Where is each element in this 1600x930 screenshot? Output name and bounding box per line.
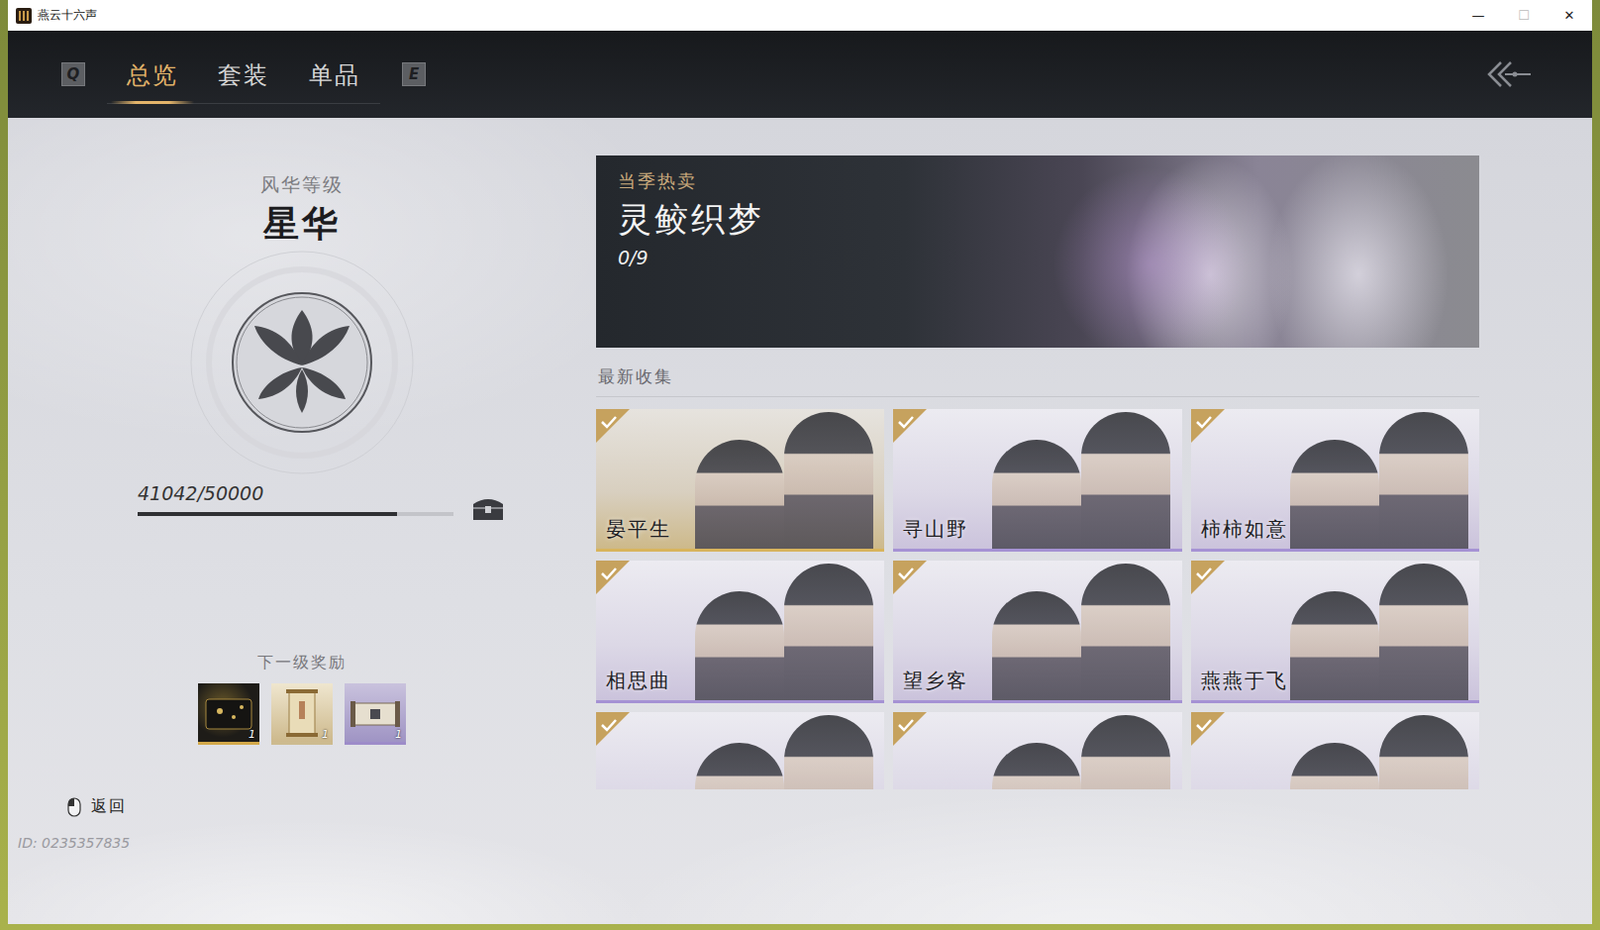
section-title: 最新收集 [596, 361, 1480, 398]
progress-fill [137, 511, 398, 516]
card-name: 相思曲 [605, 667, 672, 695]
check-badge-icon [596, 408, 630, 443]
rewards-list: 1 1 1 [198, 683, 406, 745]
level-progress: 41042/50000 [137, 482, 505, 516]
tab[interactable]: 单品 [289, 45, 381, 103]
back-label: 返回 [91, 796, 127, 817]
mouse-icon [67, 797, 82, 817]
game-window: 燕云十六声—☐✕Q总览套装单品E风华等级星华41042/50000下一级奖励11… [7, 0, 1593, 924]
main-area: 风华等级星华 41042/50000 下一级奖励 1 1 1 返回 ID: 023535783… [7, 117, 1593, 924]
reward-count: 1 [395, 727, 402, 741]
title-bar: 燕云十六声 —☐✕ [7, 0, 1593, 31]
card-name: 晏平生 [605, 515, 672, 543]
maximize-button[interactable]: ☐ [1500, 7, 1547, 23]
reward-item[interactable]: 1 [271, 683, 333, 745]
minimize-button[interactable]: — [1455, 7, 1501, 23]
featured-banner[interactable]: 当季热卖灵鲛织梦 0/9 [596, 155, 1480, 348]
key-hint: E [401, 62, 426, 87]
banner-tag: 当季热卖 [617, 169, 1458, 194]
check-badge-icon [1191, 711, 1225, 746]
tab[interactable]: 套装 [198, 45, 290, 103]
reward-item[interactable]: 1 [344, 683, 406, 745]
player-id: ID: 0235357835 [17, 834, 130, 851]
outfit-card[interactable]: 燕燕于飞 [1191, 560, 1480, 703]
window-title: 燕云十六声 [37, 6, 98, 24]
check-badge-icon [596, 560, 630, 595]
tab[interactable]: 总览 [106, 45, 199, 103]
collection-panel: 当季热卖灵鲛织梦 0/9 最新收集晏平生 寻山野 柿柿如意相思曲 望乡客 燕燕于飞 [596, 117, 1480, 924]
banner-title: 灵鲛织梦 [617, 197, 1458, 243]
check-badge-icon [893, 711, 927, 746]
app-icon [15, 7, 32, 24]
outfit-card[interactable]: 望乡客 [893, 560, 1182, 703]
outfit-card[interactable] [893, 711, 1182, 790]
close-button[interactable]: ✕ [1546, 7, 1593, 23]
outfit-card[interactable]: 柿柿如意 [1191, 408, 1480, 552]
check-badge-icon [893, 408, 927, 443]
check-badge-icon [1191, 560, 1225, 595]
outfit-card[interactable] [596, 711, 885, 790]
check-badge-icon [1191, 408, 1225, 443]
lotus-emblem-icon [183, 248, 421, 477]
level-caption: 风华等级 [260, 172, 344, 199]
rewards-title: 下一级奖励 [257, 652, 347, 674]
key-hint: Q [61, 62, 86, 87]
reward-count: 1 [321, 727, 329, 741]
outfit-card[interactable]: 晏平生 [596, 408, 885, 552]
collection-grid: 晏平生 寻山野 柿柿如意相思曲 望乡客 燕燕于飞 [596, 408, 1480, 790]
banner-count: 0/9 [617, 246, 1458, 269]
window-controls: —☐✕ [1455, 7, 1593, 23]
top-nav: Q 总览套装单品 E [7, 30, 1593, 118]
back-button[interactable]: 返回 [67, 796, 127, 817]
back-arrow-icon[interactable] [1485, 56, 1533, 93]
outfit-card[interactable] [1191, 711, 1480, 790]
reward-count: 1 [248, 727, 256, 741]
card-name: 望乡客 [902, 667, 969, 695]
reward-item[interactable]: 1 [198, 683, 260, 745]
level-panel: 风华等级星华 41042/50000 下一级奖励 1 1 1 返回 ID: 023535783… [7, 117, 597, 924]
chest-icon[interactable] [471, 496, 505, 522]
card-name: 燕燕于飞 [1200, 667, 1289, 695]
outfit-card[interactable]: 寻山野 [893, 408, 1182, 552]
check-badge-icon [893, 560, 927, 595]
card-name: 寻山野 [902, 515, 969, 543]
tab-bar: 总览套装单品 [106, 45, 381, 104]
outfit-card[interactable]: 相思曲 [596, 560, 885, 703]
progress-text: 41042/50000 [137, 482, 454, 504]
check-badge-icon [596, 711, 630, 746]
progress-track [137, 511, 454, 516]
card-name: 柿柿如意 [1200, 515, 1289, 543]
level-name: 星华 [263, 200, 341, 249]
